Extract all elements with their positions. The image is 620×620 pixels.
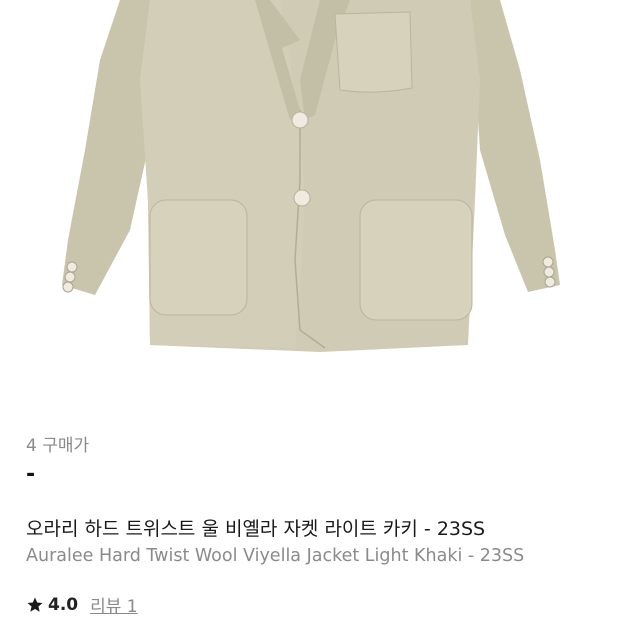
price-value: -	[26, 462, 36, 487]
product-title-english[interactable]: Auralee Hard Twist Wool Viyella Jacket L…	[26, 546, 524, 566]
rating-row: 4.0 리뷰 1	[26, 592, 138, 617]
size-purchase-label: 4 구매가	[26, 436, 90, 456]
product-title-korean[interactable]: 오라리 하드 트위스트 울 비옐라 자켓 라이트 카키 - 23SS	[26, 514, 485, 541]
star-icon	[27, 597, 43, 612]
product-image[interactable]	[0, 0, 620, 400]
jacket-illustration	[62, 0, 560, 352]
rating-value: 4.0	[48, 594, 79, 615]
review-count-link[interactable]: 리뷰 1	[90, 592, 138, 617]
